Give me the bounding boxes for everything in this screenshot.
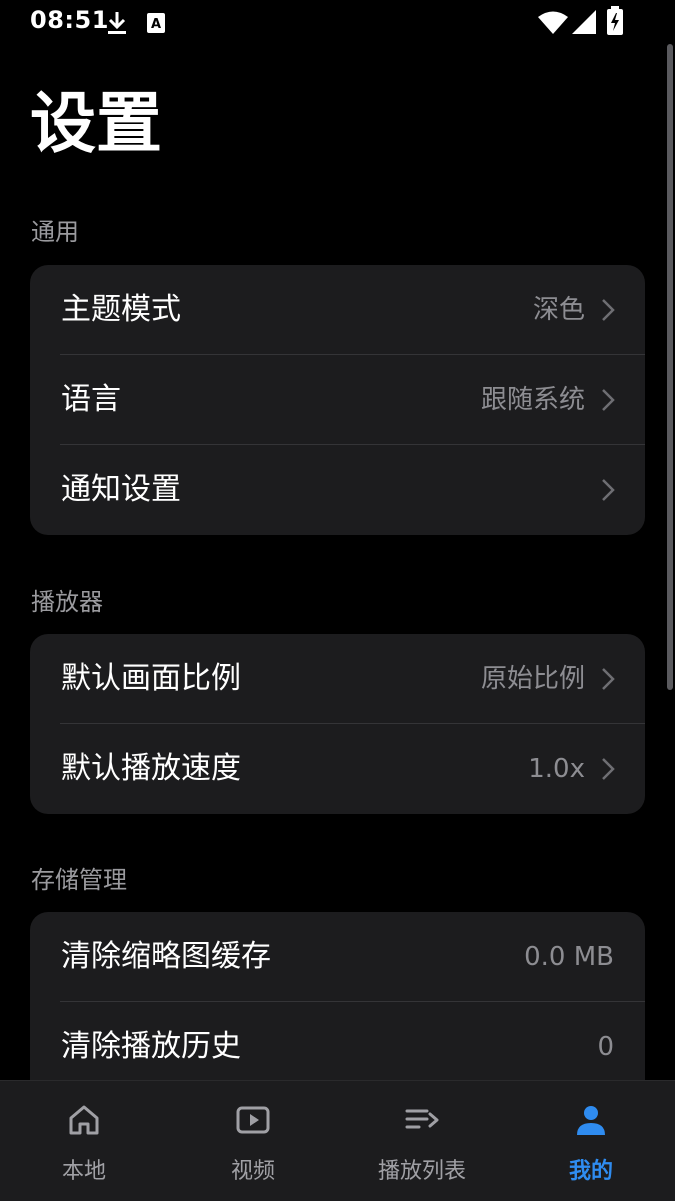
download-icon	[108, 12, 126, 34]
setting-label: 通知设置	[61, 472, 181, 507]
battery-charging-icon	[607, 6, 623, 35]
setting-label: 清除缩略图缓存	[61, 939, 271, 974]
section-header-player: 播放器	[31, 588, 103, 616]
setting-label: 默认播放速度	[61, 751, 241, 786]
setting-label: 清除播放历史	[61, 1029, 241, 1064]
chevron-right-icon	[602, 758, 615, 780]
section-header-storage: 存储管理	[31, 866, 127, 894]
setting-row-language[interactable]: 语言 跟随系统	[30, 355, 645, 445]
setting-value: 原始比例	[480, 664, 585, 694]
nav-label: 视频	[230, 1159, 275, 1184]
setting-value: 跟随系统	[480, 385, 585, 415]
nav-item-video[interactable]: 视频	[169, 1081, 337, 1201]
setting-label: 语言	[61, 382, 121, 417]
chevron-right-icon	[602, 668, 615, 690]
chevron-right-icon	[602, 389, 615, 411]
status-time: 08:51	[30, 6, 109, 34]
nav-label: 播放列表	[377, 1159, 466, 1184]
setting-value: 0.0 MB	[524, 942, 614, 972]
setting-label: 默认画面比例	[61, 661, 241, 696]
setting-label: 主题模式	[61, 292, 181, 327]
status-bar: 08:51 A	[0, 0, 675, 44]
section-header-general: 通用	[31, 218, 79, 246]
nav-label: 我的	[568, 1159, 613, 1184]
page-title: 设置	[30, 85, 162, 162]
nav-item-local[interactable]: 本地	[0, 1081, 168, 1201]
nav-item-playlist[interactable]: 播放列表	[338, 1081, 506, 1201]
setting-value: 1.0x	[528, 754, 585, 784]
setting-row-theme[interactable]: 主题模式 深色	[30, 265, 645, 355]
player-settings-card: 默认画面比例 原始比例 默认播放速度 1.0x	[30, 634, 645, 814]
scrollbar[interactable]	[667, 44, 673, 690]
a-notification-icon: A	[147, 13, 165, 33]
general-settings-card: 主题模式 深色 语言 跟随系统 通知设置	[30, 265, 645, 535]
chevron-right-icon	[602, 299, 615, 321]
chevron-right-icon	[602, 479, 615, 501]
bottom-navigation: 本地 视频 播放列表 我的	[0, 1080, 675, 1201]
setting-value: 0	[597, 1032, 614, 1062]
wifi-icon	[538, 11, 568, 34]
profile-icon	[577, 1106, 605, 1135]
storage-settings-card: 清除缩略图缓存 0.0 MB 清除播放历史 0	[30, 912, 645, 1080]
nav-label: 本地	[61, 1159, 106, 1184]
nav-item-profile[interactable]: 我的	[507, 1081, 675, 1201]
setting-row-clear-thumbnail-cache[interactable]: 清除缩略图缓存 0.0 MB	[30, 912, 645, 1002]
home-icon	[69, 1105, 99, 1135]
signal-icon	[572, 10, 596, 34]
svg-text:A: A	[151, 17, 161, 32]
video-icon	[236, 1106, 270, 1134]
setting-value: 深色	[532, 295, 585, 325]
playlist-icon	[405, 1109, 439, 1129]
setting-row-playback-speed[interactable]: 默认播放速度 1.0x	[30, 724, 645, 814]
setting-row-aspect-ratio[interactable]: 默认画面比例 原始比例	[30, 634, 645, 724]
setting-row-notifications[interactable]: 通知设置	[30, 445, 645, 535]
setting-row-clear-play-history[interactable]: 清除播放历史 0	[30, 1002, 645, 1080]
